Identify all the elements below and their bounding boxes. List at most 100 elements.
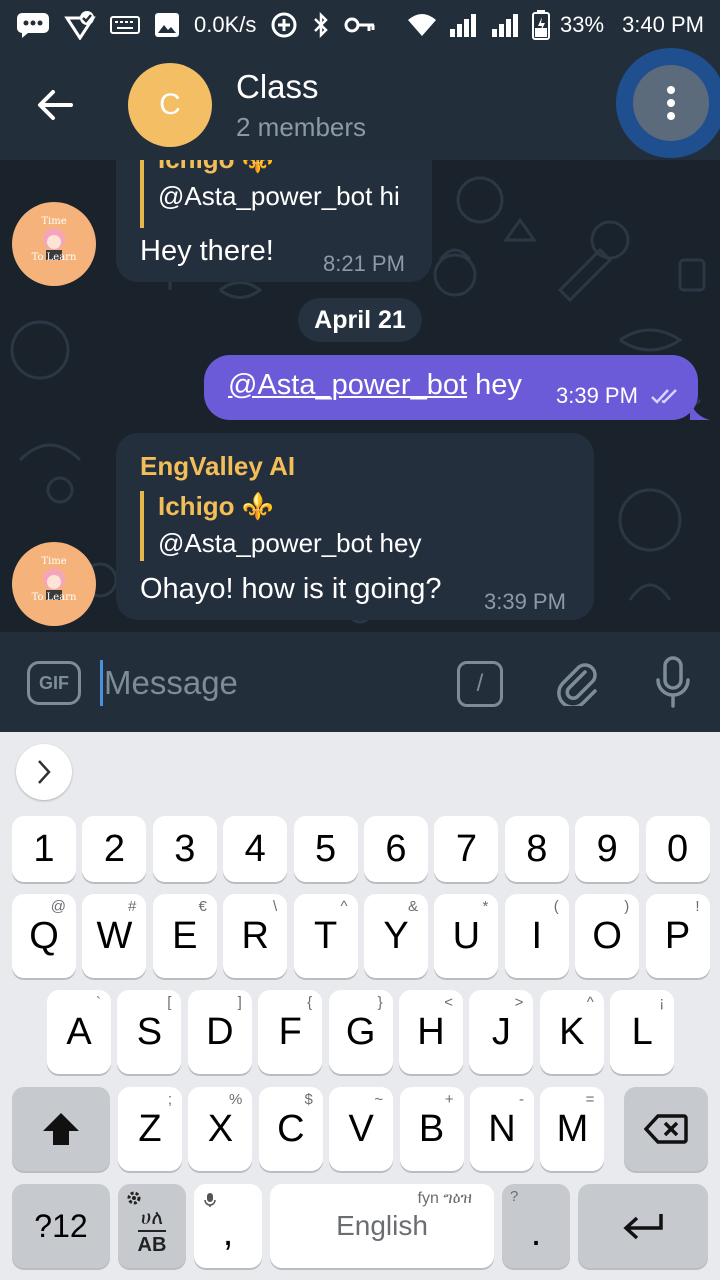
more-vertical-icon [667, 86, 675, 120]
reply-quote[interactable]: Ichigo ⚜️ @Asta_power_bot hi [140, 160, 400, 228]
language-switch-key[interactable]: ሀለ AB [118, 1184, 186, 1268]
chat-title[interactable]: Class [236, 68, 319, 106]
backspace-key[interactable] [624, 1087, 708, 1171]
key-f[interactable]: {F [258, 990, 323, 1074]
reply-text: @Asta_power_bot hi [158, 181, 400, 211]
incoming-message-bubble[interactable]: Ichigo ⚜️ @Asta_power_bot hi Hey there! … [116, 160, 432, 282]
key-t[interactable]: ^ T [293, 894, 358, 978]
key-5[interactable]: 5 [293, 816, 358, 882]
voice-record-button[interactable] [646, 652, 700, 712]
key-g[interactable]: } G [328, 990, 393, 1074]
lang-primary-label: ሀለ [140, 1207, 164, 1229]
gear-icon [127, 1191, 141, 1205]
key-c[interactable]: $ C [258, 1087, 323, 1171]
soft-keyboard: 1 2 3 4 5 6 7 8 9 0 @ Q # W € E \ R ^ T & Y * U(I) O! P ` A[S] D{F} G… [0, 732, 720, 1280]
reply-quote[interactable]: Ichigo ⚜️ @Asta_power_bot hey [140, 491, 421, 561]
sender-avatar[interactable]: Time To Learn [12, 542, 96, 626]
check-icon [64, 10, 96, 40]
key-4[interactable]: 4 [223, 816, 288, 882]
mention-link[interactable]: @Asta_power_bot [228, 369, 467, 401]
sender-avatar[interactable]: Time To Learn [12, 202, 96, 286]
incoming-message-bubble[interactable]: EngValley AI Ichigo ⚜️ @Asta_power_bot h… [116, 433, 594, 620]
key-0[interactable]: 0 [645, 816, 710, 882]
sender-name[interactable]: EngValley AI [140, 451, 295, 482]
signal-icon-2 [490, 13, 522, 37]
message-time: 8:21 PM [323, 251, 405, 276]
key-k[interactable]: ^ K [539, 990, 604, 1074]
key-m[interactable]: = M [540, 1087, 605, 1171]
key-y[interactable]: & Y [364, 894, 428, 978]
key-8[interactable]: 8 [504, 816, 569, 882]
keyboard-toolbar-expand-button[interactable] [16, 744, 72, 800]
status-bar: 0.0K/s 33% 3:40 PM [0, 0, 720, 50]
symbols-key[interactable]: ?12 [12, 1184, 110, 1268]
enter-key[interactable] [578, 1184, 708, 1268]
key-e[interactable]: € E [152, 894, 217, 978]
bluetooth-icon [312, 11, 330, 39]
double-check-icon [651, 389, 677, 404]
chat-avatar[interactable]: C [128, 63, 212, 147]
period-key[interactable]: ? . [502, 1184, 570, 1268]
message-input[interactable] [104, 660, 434, 706]
space-key[interactable]: fyn ግዕዝ English [270, 1184, 494, 1268]
message-text: @Asta_power_bot hey [228, 369, 522, 402]
key-p[interactable]: ! P [645, 894, 710, 978]
key-z[interactable]: ; Z [118, 1087, 182, 1171]
microphone-small-icon [204, 1193, 216, 1207]
shift-icon [43, 1113, 79, 1145]
back-button[interactable] [30, 80, 80, 130]
key-d[interactable]: ] D [187, 990, 252, 1074]
key-6[interactable]: 6 [364, 816, 428, 882]
key-l[interactable]: ¡ L [610, 990, 675, 1074]
image-icon [154, 12, 180, 38]
attach-button[interactable] [550, 654, 604, 710]
comma-key[interactable]: , [194, 1184, 262, 1268]
shift-key[interactable] [12, 1087, 110, 1171]
microphone-icon [656, 656, 690, 708]
key-v[interactable]: ~ V [329, 1087, 394, 1171]
outgoing-message-bubble[interactable]: @Asta_power_bot hey 3:39 PM [204, 355, 698, 420]
data-saver-icon [270, 11, 298, 39]
more-menu-button[interactable] [633, 65, 709, 141]
clock: 3:40 PM [622, 12, 704, 37]
key-h[interactable]: < H [399, 990, 463, 1074]
space-language-hint: fyn ግዕዝ [417, 1190, 472, 1207]
message-list[interactable]: Ichigo ⚜️ @Asta_power_bot hi Hey there! … [0, 160, 720, 632]
key-1[interactable]: 1 [12, 816, 76, 882]
key-a[interactable]: ` A [47, 990, 111, 1074]
battery-icon [532, 10, 551, 40]
reply-text: @Asta_power_bot hey [158, 528, 422, 558]
key-q[interactable]: @ Q [12, 894, 76, 978]
backspace-icon [644, 1114, 688, 1144]
key-o[interactable]: ) O [575, 894, 640, 978]
bot-command-button[interactable]: / [457, 661, 503, 707]
key-w[interactable]: # W [82, 894, 147, 978]
text-cursor [100, 660, 103, 706]
key-s[interactable]: [S [117, 990, 182, 1074]
key-icon [344, 16, 376, 34]
key-7[interactable]: 7 [434, 816, 499, 882]
bubble-tail [690, 400, 710, 420]
key-9[interactable]: 9 [575, 816, 640, 882]
arrow-left-icon [38, 90, 73, 120]
message-text: Ohayo! how is it going? [140, 573, 442, 605]
message-text: Hey there! [140, 235, 274, 267]
message-time: 3:39 PM [484, 589, 566, 614]
key-b[interactable]: + B [399, 1087, 464, 1171]
reply-author: Ichigo ⚜️ [158, 160, 400, 175]
gif-button[interactable]: GIF [27, 661, 81, 705]
signal-icon [448, 13, 480, 37]
key-3[interactable]: 3 [152, 816, 217, 882]
lang-secondary-label: AB [137, 1230, 167, 1257]
key-x[interactable]: % X [188, 1087, 253, 1171]
key-r[interactable]: \ R [223, 894, 288, 978]
key-i[interactable]: (I [504, 894, 569, 978]
message-body: hey [467, 369, 522, 401]
member-count: 2 members [236, 112, 367, 142]
key-j[interactable]: > J [469, 990, 534, 1074]
key-n[interactable]: -N [470, 1087, 534, 1171]
key-2[interactable]: 2 [82, 816, 147, 882]
key-u[interactable]: * U [434, 894, 499, 978]
message-time: 3:39 PM [556, 383, 638, 408]
enter-arrow-icon [623, 1214, 663, 1240]
